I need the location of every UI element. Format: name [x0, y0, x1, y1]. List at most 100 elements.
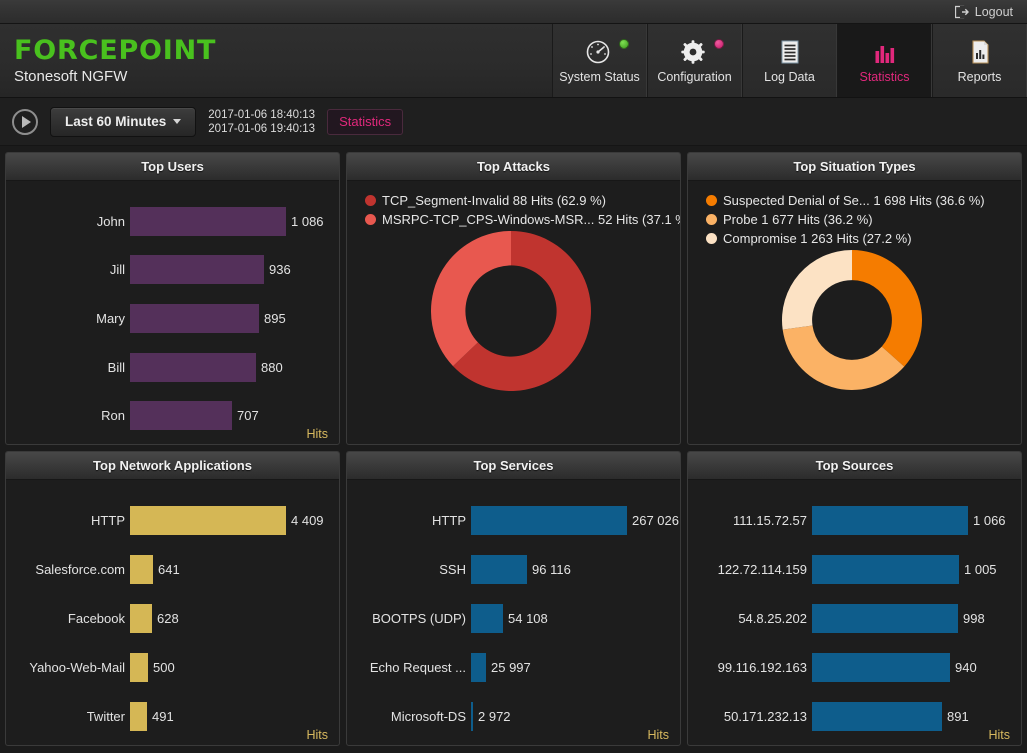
bar-fill[interactable]	[471, 506, 627, 535]
bar-row[interactable]: HTTP 267 026	[351, 496, 679, 545]
bar-fill[interactable]	[812, 653, 950, 682]
bar-row[interactable]: Twitter 491	[10, 692, 329, 741]
bar-track: 500	[130, 653, 329, 682]
bar-track: 628	[130, 604, 329, 633]
gauge-icon	[585, 37, 629, 67]
bar-row[interactable]: 99.116.192.163 940	[692, 643, 1011, 692]
bar-row[interactable]: Mary 895	[10, 294, 329, 343]
nav-tab-configuration[interactable]: Configuration	[647, 24, 742, 97]
bar-chart: HTTP 4 409 Salesforce.com 641 Facebook 628 Yah…	[10, 486, 329, 741]
bar-fill[interactable]	[130, 352, 256, 382]
bar-row[interactable]: BOOTPS (UDP) 54 108	[351, 594, 670, 643]
bar-category-label: BOOTPS (UDP)	[372, 611, 466, 626]
legend-item[interactable]: Probe 1 677 Hits (36.2 %)	[706, 212, 1011, 227]
donut-slice[interactable]	[781, 250, 852, 330]
bar-value-label: 2 972	[478, 709, 511, 724]
bar-fill[interactable]	[812, 506, 968, 535]
bar-fill[interactable]	[471, 555, 527, 584]
bar-row[interactable]: 111.15.72.57 1 066	[692, 496, 1011, 545]
nav-tab-log-data[interactable]: Log Data	[742, 24, 837, 97]
bar-fill[interactable]	[471, 604, 503, 633]
panel-top-situation-types: Top Situation Types Suspected Denial of …	[687, 152, 1022, 445]
panel-body: HTTP 267 026 SSH 96 116 BOOTPS (UDP) 54 108 Ec…	[347, 480, 680, 745]
nav-tab-label: Reports	[957, 70, 1002, 84]
bar-chart: John 1 086 Jill 936 Mary 895 Bill 880 Ron 707	[10, 187, 329, 440]
chevron-down-icon	[173, 119, 182, 124]
bar-fill[interactable]	[130, 255, 264, 285]
bar-row[interactable]: Salesforce.com 641	[10, 545, 329, 594]
legend-item[interactable]: MSRPC-TCP_CPS-Windows-MSR... 52 Hits (37…	[365, 212, 680, 227]
bar-row[interactable]: Ron 707	[10, 391, 329, 440]
bar-row[interactable]: 50.171.232.13 891	[692, 692, 1011, 741]
bar-value-label: 25 997	[491, 660, 531, 675]
donut-slice[interactable]	[851, 250, 922, 367]
donut-svg	[781, 250, 922, 390]
legend-item[interactable]: Compromise 1 263 Hits (27.2 %)	[706, 231, 1011, 246]
dashboard-grid: Top Users John 1 086 Jill 936 Mary 895 Bill 880…	[0, 146, 1027, 751]
bar-row[interactable]: Yahoo-Web-Mail 500	[10, 643, 329, 692]
app-header: FORCEPOINT Stonesoft NGFW System Status	[0, 24, 1027, 98]
bar-category-label: 50.171.232.13	[723, 709, 807, 724]
bar-fill[interactable]	[130, 555, 153, 584]
bar-track: 491	[130, 702, 329, 731]
bar-value-label: 895	[264, 310, 286, 326]
bar-category-label: 122.72.114.159	[717, 562, 807, 577]
panel-body: TCP_Segment-Invalid 88 Hits (62.9 %) MSRP…	[347, 181, 680, 444]
axis-note-hits: Hits	[306, 728, 328, 742]
time-range-label: Last 60 Minutes	[65, 114, 167, 129]
nav-tab-statistics[interactable]: Statistics	[837, 24, 932, 97]
bar-row[interactable]: HTTP 4 409	[10, 496, 329, 545]
logout-button[interactable]: Logout	[954, 5, 1013, 19]
bar-fill[interactable]	[471, 653, 486, 682]
bar-fill[interactable]	[130, 506, 286, 535]
bar-row[interactable]: 122.72.114.159 1 005	[692, 545, 1011, 594]
bar-category-label: Microsoft-DS	[390, 709, 466, 724]
logout-icon	[954, 5, 969, 19]
bar-fill[interactable]	[130, 303, 259, 333]
bar-category-label: John	[96, 213, 125, 229]
bar-row[interactable]: SSH 96 116	[351, 545, 670, 594]
nav-tab-label: Log Data	[764, 70, 815, 84]
time-range-display: 2017-01-06 18:40:13 2017-01-06 19:40:13	[208, 108, 315, 136]
bar-row[interactable]: Echo Request ... 25 997	[351, 643, 670, 692]
bar-category-label: Ron	[101, 408, 125, 424]
bar-row[interactable]: Bill 880	[10, 343, 329, 392]
panel-title: Top Attacks	[347, 153, 680, 181]
panel-body: 111.15.72.57 1 066 122.72.114.159 1 005 54.8…	[688, 480, 1021, 745]
bar-fill[interactable]	[812, 555, 959, 584]
bar-value-label: 628	[157, 611, 179, 626]
donut-slice[interactable]	[782, 325, 904, 390]
time-range-dropdown[interactable]: Last 60 Minutes	[50, 106, 197, 137]
legend-item[interactable]: Suspected Denial of Se... 1 698 Hits (36…	[706, 193, 1011, 208]
donut-slice[interactable]	[430, 231, 511, 367]
bar-fill[interactable]	[130, 604, 152, 633]
bar-value-label: 1 066	[973, 513, 1006, 528]
panel-body: John 1 086 Jill 936 Mary 895 Bill 880 Ron 707 Hit…	[6, 181, 339, 444]
bar-fill[interactable]	[812, 702, 942, 731]
bar-value-label: 940	[955, 660, 977, 675]
bar-track: 1 005	[812, 555, 1011, 584]
play-button[interactable]	[12, 108, 38, 135]
bar-fill[interactable]	[130, 401, 232, 431]
nav-tab-system-status[interactable]: System Status	[552, 24, 647, 97]
bar-category-label: 99.116.192.163	[717, 660, 807, 675]
brand-name: FORCEPOINT	[14, 35, 217, 66]
legend-item[interactable]: TCP_Segment-Invalid 88 Hits (62.9 %)	[365, 193, 670, 208]
bar-row[interactable]: Microsoft-DS 2 972	[351, 692, 670, 741]
nav-tab-reports[interactable]: Reports	[932, 24, 1027, 97]
bar-row[interactable]: Jill 936	[10, 246, 329, 295]
donut-legend: Suspected Denial of Se... 1 698 Hits (36…	[692, 187, 1011, 246]
bar-track: 707	[130, 401, 329, 431]
play-icon	[22, 115, 31, 128]
bar-row[interactable]: 54.8.25.202 998	[692, 594, 1011, 643]
bar-fill[interactable]	[130, 653, 148, 682]
bar-row[interactable]: John 1 086	[10, 197, 329, 246]
panel-title: Top Sources	[688, 452, 1021, 480]
nav-tab-label: Statistics	[859, 70, 910, 84]
bar-fill[interactable]	[812, 604, 958, 633]
bar-fill[interactable]	[130, 702, 147, 731]
panel-top-network-applications: Top Network Applications HTTP 4 409 Salesf…	[5, 451, 340, 746]
statistics-mode-button[interactable]: Statistics	[327, 108, 404, 135]
bar-fill[interactable]	[130, 206, 286, 236]
bar-row[interactable]: Facebook 628	[10, 594, 329, 643]
